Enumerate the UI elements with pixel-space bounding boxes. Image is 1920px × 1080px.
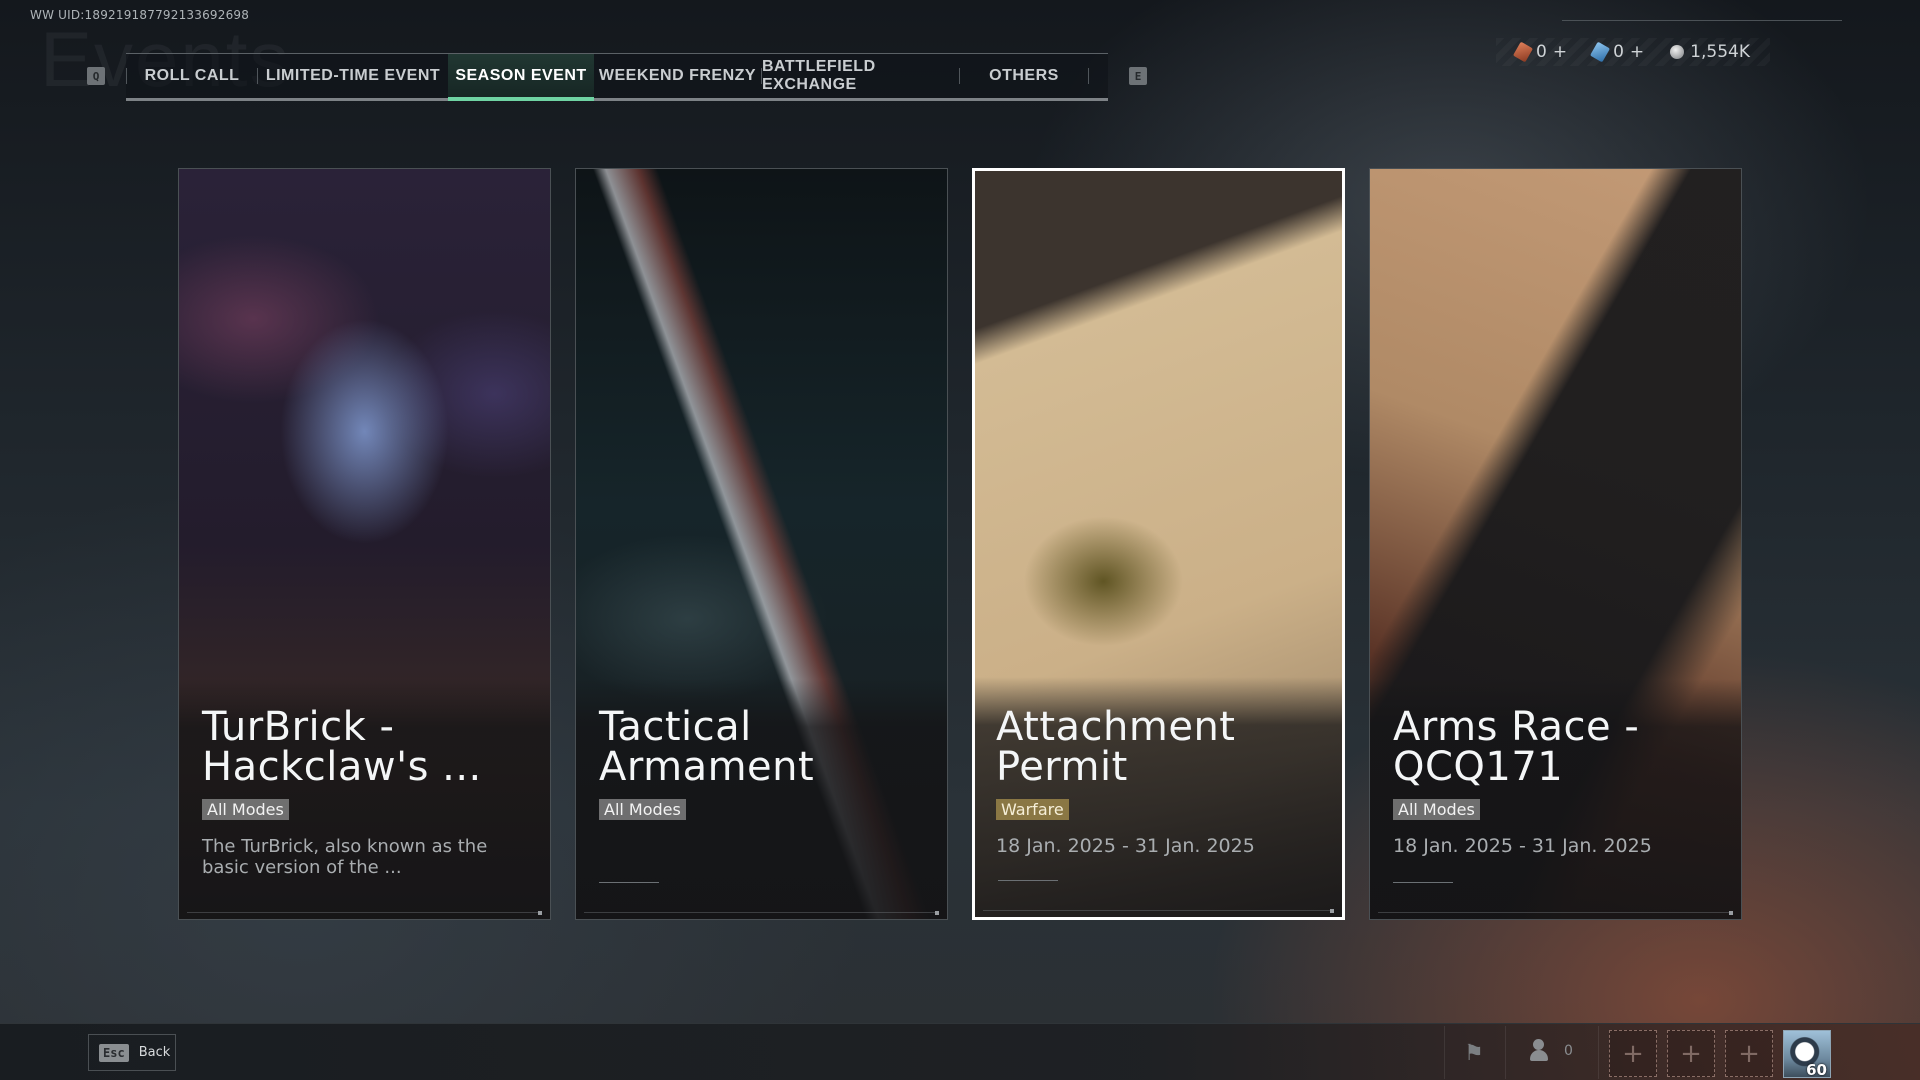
card-footer-line (599, 882, 659, 883)
card-title: Tactical Armament (599, 704, 815, 790)
next-tab-key-hint[interactable]: E (1129, 67, 1147, 85)
tab-season-event[interactable]: SEASON EVENT (448, 54, 594, 101)
card-date-range: 18 Jan. 2025 - 31 Jan. 2025 (996, 835, 1255, 857)
currency-value: 1,554K (1690, 42, 1750, 62)
card-info: TurBrick - Hackclaw's ... All Modes The … (202, 707, 532, 878)
user-uid: WW UID:1892191877921336926​98 (30, 8, 250, 22)
tab-separator (1088, 68, 1089, 84)
card-footer-line (998, 880, 1058, 881)
card-title: Arms Race - QCQ171 (1393, 704, 1640, 790)
party-slot-add-button[interactable]: + (1725, 1030, 1773, 1077)
currency-bar: 0 + 0 + 1,554K (1496, 38, 1770, 66)
card-mode-tag: All Modes (1393, 799, 1480, 820)
card-frame-line (584, 912, 939, 913)
card-frame-line (187, 912, 542, 913)
tab-roll-call[interactable]: ROLL CALL (127, 54, 257, 98)
party-slot-add-button[interactable]: + (1609, 1030, 1657, 1077)
event-card-tactical-armament[interactable]: Tactical Armament All Modes (575, 168, 948, 920)
card-mode-tag: Warfare (996, 799, 1069, 820)
bottom-separator (1444, 1026, 1445, 1079)
player-avatar[interactable]: 60 (1783, 1030, 1831, 1078)
card-title: Attachment Permit (996, 704, 1236, 790)
card-info: Arms Race - QCQ171 All Modes 18 Jan. 202… (1393, 707, 1723, 857)
bottom-separator (1505, 1026, 1506, 1079)
card-date-range: 18 Jan. 2025 - 31 Jan. 2025 (1393, 835, 1652, 857)
event-tab-bar: ROLL CALL LIMITED-TIME EVENT SEASON EVEN… (126, 53, 1108, 101)
red-ticket-icon (1512, 41, 1534, 63)
event-card-attachment-permit[interactable]: Attachment Permit Warfare 18 Jan. 2025 -… (972, 168, 1345, 920)
bottom-separator (1598, 1026, 1599, 1079)
card-info: Tactical Armament All Modes (599, 707, 929, 820)
esc-key-hint: Esc (99, 1043, 129, 1062)
tab-others[interactable]: OTHERS (960, 54, 1088, 98)
card-corner-marker (1330, 909, 1334, 913)
party-members-icon (1530, 1039, 1556, 1063)
tab-weekend-frenzy[interactable]: WEEKEND FRENZY (594, 54, 761, 98)
currency-coins[interactable]: 1,554K (1670, 42, 1750, 62)
coin-icon (1670, 45, 1685, 59)
currency-red-ticket[interactable]: 0 + (1512, 41, 1567, 63)
card-info: Attachment Permit Warfare 18 Jan. 2025 -… (996, 707, 1324, 857)
event-card-turbrick[interactable]: TurBrick - Hackclaw's ... All Modes The … (178, 168, 551, 920)
currency-blue-ticket[interactable]: 0 + (1590, 41, 1644, 63)
header-divider (1562, 20, 1842, 21)
flag-icon[interactable]: ⚑ (1460, 1039, 1488, 1067)
card-title: TurBrick - Hackclaw's ... (202, 704, 482, 790)
back-label: Back (138, 1045, 171, 1060)
add-currency-button[interactable]: + (1553, 42, 1567, 62)
card-footer-line (1393, 882, 1453, 883)
event-card-list: TurBrick - Hackclaw's ... All Modes The … (178, 168, 1742, 920)
prev-tab-key-hint[interactable]: Q (87, 67, 105, 85)
party-count: 0 (1564, 1043, 1573, 1059)
card-mode-tag: All Modes (599, 799, 686, 820)
card-corner-marker (1729, 911, 1733, 915)
party-slot-add-button[interactable]: + (1667, 1030, 1715, 1077)
card-corner-marker (538, 911, 542, 915)
event-card-arms-race[interactable]: Arms Race - QCQ171 All Modes 18 Jan. 202… (1369, 168, 1742, 920)
card-frame-line (983, 910, 1334, 911)
tab-limited-time-event[interactable]: LIMITED-TIME EVENT (258, 54, 448, 98)
card-frame-line (1378, 912, 1733, 913)
card-description: The TurBrick, also known as the basic ve… (202, 836, 488, 878)
tab-battlefield-exchange[interactable]: BATTLEFIELD EXCHANGE (762, 54, 959, 98)
currency-value: 0 (1536, 42, 1547, 62)
card-mode-tag: All Modes (202, 799, 289, 820)
add-currency-button[interactable]: + (1630, 42, 1644, 62)
back-button[interactable]: Esc Back (88, 1034, 176, 1071)
currency-value: 0 (1613, 42, 1624, 62)
blue-ticket-icon (1590, 41, 1611, 63)
player-level: 60 (1806, 1061, 1827, 1078)
card-corner-marker (935, 911, 939, 915)
bottom-bar: Esc Back ⚑ 0 + + + 60 (0, 1023, 1920, 1080)
party-button[interactable]: 0 (1530, 1039, 1573, 1063)
